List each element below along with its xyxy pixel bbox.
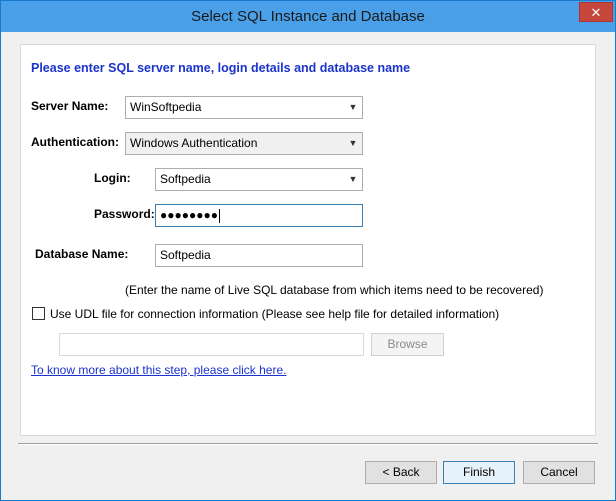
authentication-label: Authentication:	[31, 135, 119, 149]
server-name-label: Server Name:	[31, 99, 109, 113]
login-value: Softpedia	[160, 172, 211, 186]
password-value: ●●●●●●●●	[160, 208, 218, 222]
database-name-label: Database Name:	[35, 247, 129, 261]
chevron-down-icon[interactable]: ▼	[348, 97, 358, 118]
password-field[interactable]: ●●●●●●●●	[155, 204, 363, 227]
password-label: Password:	[94, 207, 155, 221]
authentication-value: Windows Authentication	[130, 136, 258, 150]
cancel-button[interactable]: Cancel	[523, 461, 595, 484]
browse-button[interactable]: Browse	[371, 333, 444, 356]
chevron-down-icon[interactable]: ▼	[348, 169, 358, 190]
window-title: Select SQL Instance and Database	[191, 8, 425, 25]
footer-separator	[18, 443, 598, 445]
dialog-window: Select SQL Instance and Database ✕ Pleas…	[0, 0, 616, 501]
back-button[interactable]: < Back	[365, 461, 437, 484]
server-name-combo[interactable]: WinSoftpedia ▼	[125, 96, 363, 119]
help-link[interactable]: To know more about this step, please cli…	[31, 363, 286, 377]
chevron-down-icon[interactable]: ▼	[348, 133, 358, 154]
form-panel: Please enter SQL server name, login deta…	[20, 44, 596, 436]
text-caret	[218, 208, 220, 223]
udl-path-field[interactable]	[59, 333, 364, 356]
close-button[interactable]: ✕	[579, 2, 613, 22]
close-icon: ✕	[590, 5, 602, 20]
dialog-client-area: Please enter SQL server name, login deta…	[8, 32, 608, 493]
form-header: Please enter SQL server name, login deta…	[31, 61, 411, 75]
udl-checkbox[interactable]	[32, 307, 45, 320]
finish-button[interactable]: Finish	[443, 461, 515, 484]
database-name-field[interactable]: Softpedia	[155, 244, 363, 267]
udl-checkbox-label[interactable]: Use UDL file for connection information …	[50, 307, 499, 321]
database-name-value: Softpedia	[160, 248, 211, 262]
database-hint: (Enter the name of Live SQL database fro…	[125, 283, 544, 297]
login-combo[interactable]: Softpedia ▼	[155, 168, 363, 191]
server-name-value: WinSoftpedia	[130, 100, 202, 114]
login-label: Login:	[94, 171, 131, 185]
authentication-combo[interactable]: Windows Authentication ▼	[125, 132, 363, 155]
title-bar[interactable]: Select SQL Instance and Database ✕	[1, 1, 615, 32]
